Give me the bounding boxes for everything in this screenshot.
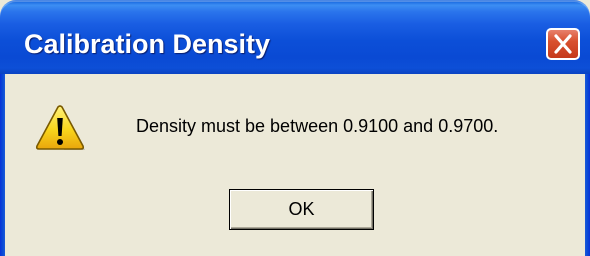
ok-button-label: OK <box>288 199 315 219</box>
title-bar[interactable]: Calibration Density <box>0 0 590 74</box>
close-button[interactable] <box>546 28 580 60</box>
ok-button[interactable]: OK <box>229 189 374 230</box>
window-frame-right <box>585 74 590 256</box>
dialog-window: Calibration Density Density must be betw… <box>0 0 590 256</box>
warning-triangle-icon <box>35 105 85 150</box>
window-title: Calibration Density <box>24 29 271 59</box>
dialog-message: Density must be between 0.9100 and 0.970… <box>136 116 499 136</box>
close-x-icon <box>554 34 572 54</box>
window-frame-left <box>0 74 5 256</box>
